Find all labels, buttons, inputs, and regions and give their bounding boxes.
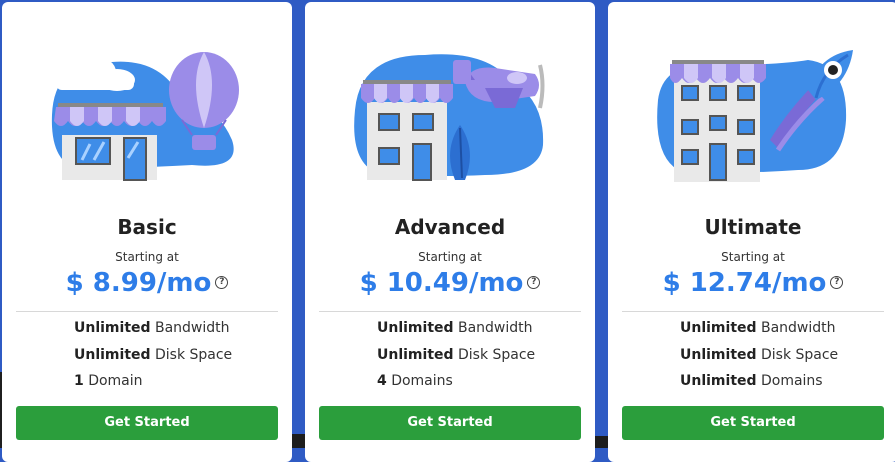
feature-item: Unlimited Disk Space [680, 347, 838, 363]
plan-title: Basic [117, 215, 177, 239]
divider [319, 311, 581, 312]
divider [16, 311, 278, 312]
feature-bold: Unlimited [680, 373, 757, 389]
price-value: $ 8.99/mo [65, 268, 212, 298]
get-started-button[interactable]: Get Started [16, 406, 278, 440]
price-value: $ 10.49/mo [359, 268, 524, 298]
plan-price: $ 8.99/mo? [2, 268, 292, 298]
plan-card-advanced: Advanced Starting at $ 10.49/mo? Unlimit… [305, 2, 595, 462]
get-started-button[interactable]: Get Started [622, 406, 884, 440]
feature-text: Bandwidth [453, 320, 533, 336]
feature-text: Disk Space [150, 347, 233, 363]
starting-at-label: Starting at [721, 250, 785, 264]
plan-card-basic: Basic Starting at $ 8.99/mo? Unlimited B… [2, 2, 292, 462]
feature-bold: Unlimited [377, 347, 454, 363]
feature-text: Domains [386, 373, 453, 389]
question-mark-circle-icon[interactable]: ? [830, 276, 844, 289]
feature-item: 1 Domain [74, 373, 143, 389]
feature-item: Unlimited Bandwidth [680, 320, 836, 336]
get-started-button[interactable]: Get Started [319, 406, 581, 440]
question-mark-circle-icon[interactable]: ? [527, 276, 541, 289]
feature-bold: Unlimited [680, 320, 757, 336]
plan-card-ultimate: Ultimate Starting at $ 12.74/mo? Unlimit… [608, 2, 895, 462]
feature-text: Disk Space [453, 347, 536, 363]
feature-text: Disk Space [756, 347, 839, 363]
feature-item: 4 Domains [377, 373, 453, 389]
starting-at-label: Starting at [115, 250, 179, 264]
plan-price: $ 10.49/mo? [305, 268, 595, 298]
building-rocket-illustration [657, 50, 853, 182]
feature-bold: Unlimited [74, 320, 151, 336]
feature-item: Unlimited Bandwidth [377, 320, 533, 336]
feature-text: Domain [83, 373, 143, 389]
building-airplane-illustration [354, 54, 545, 181]
plan-title: Advanced [394, 215, 506, 239]
plan-title: Ultimate [704, 215, 802, 239]
feature-item: Unlimited Domains [680, 373, 823, 389]
starting-at-label: Starting at [418, 250, 482, 264]
feature-item: Unlimited Disk Space [377, 347, 535, 363]
feature-bold: 4 [377, 373, 387, 389]
feature-item: Unlimited Disk Space [74, 347, 232, 363]
feature-text: Bandwidth [150, 320, 230, 336]
store-balloon-illustration [51, 52, 239, 181]
price-value: $ 12.74/mo [662, 268, 827, 298]
feature-bold: Unlimited [74, 347, 151, 363]
feature-text: Bandwidth [756, 320, 836, 336]
feature-item: Unlimited Bandwidth [74, 320, 230, 336]
feature-bold: Unlimited [377, 320, 454, 336]
plan-price: $ 12.74/mo? [608, 268, 895, 298]
feature-bold: 1 [74, 373, 84, 389]
question-mark-circle-icon[interactable]: ? [215, 276, 229, 289]
feature-bold: Unlimited [680, 347, 757, 363]
divider [622, 311, 884, 312]
feature-text: Domains [756, 373, 823, 389]
